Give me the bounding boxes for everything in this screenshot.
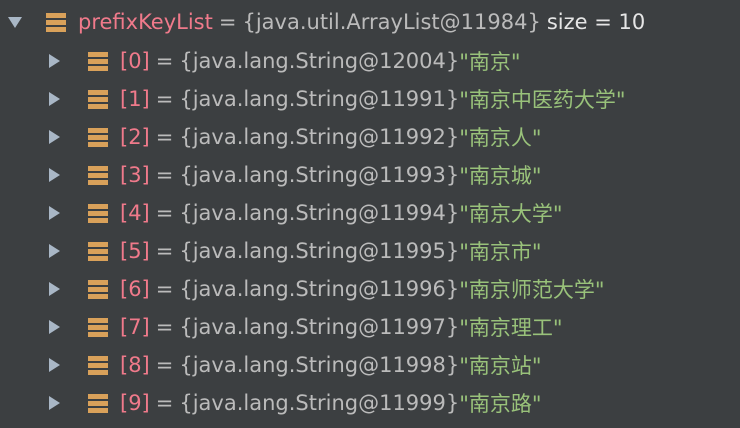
equals-sign: =: [155, 163, 174, 187]
item-index: [9]: [120, 391, 150, 415]
field-icon: [88, 89, 108, 109]
item-string: "南京人": [459, 126, 542, 150]
field-icon: [88, 127, 108, 147]
item-index: [6]: [120, 277, 150, 301]
item-string: "南京理工": [459, 316, 563, 340]
item-ref: {java.lang.String@11997}: [179, 315, 460, 339]
tree-row-item[interactable]: [2] = {java.lang.String@11992} "南京人": [0, 118, 542, 156]
tree-row-item[interactable]: [9] = {java.lang.String@11999} "南京路": [0, 384, 542, 422]
equals-sign: =: [155, 125, 174, 149]
collapsed-arrow-icon[interactable]: [49, 168, 60, 182]
collection-size: size = 10: [546, 10, 646, 34]
collapsed-arrow-icon[interactable]: [49, 244, 60, 258]
item-ref: {java.lang.String@11994}: [179, 201, 460, 225]
item-string: "南京师范大学": [459, 278, 605, 302]
item-string: "南京市": [459, 240, 542, 264]
field-icon: [88, 165, 108, 185]
item-ref: {java.lang.String@11992}: [179, 125, 460, 149]
variable-value: {java.util.ArrayList@11984}: [242, 10, 541, 34]
tree-row-item[interactable]: [7] = {java.lang.String@11997} "南京理工": [0, 308, 563, 346]
equals-sign: =: [155, 391, 174, 415]
field-icon: [88, 203, 108, 223]
equals-sign: =: [155, 277, 174, 301]
item-index: [8]: [120, 353, 150, 377]
item-index: [7]: [120, 315, 150, 339]
equals-sign: =: [155, 353, 174, 377]
variable-name: prefixKeyList: [78, 10, 213, 34]
tree-row-item[interactable]: [8] = {java.lang.String@11998} "南京站": [0, 346, 542, 384]
item-ref: {java.lang.String@11993}: [179, 163, 460, 187]
collapsed-arrow-icon[interactable]: [49, 130, 60, 144]
item-string: "南京": [459, 50, 521, 74]
equals-sign: =: [218, 10, 237, 34]
equals-sign: =: [155, 49, 174, 73]
equals-sign: =: [155, 87, 174, 111]
equals-sign: =: [155, 315, 174, 339]
expanded-arrow-icon[interactable]: [8, 16, 22, 28]
item-ref: {java.lang.String@12004}: [179, 49, 460, 73]
item-index: [0]: [120, 49, 150, 73]
item-index: [1]: [120, 87, 150, 111]
field-icon: [88, 393, 108, 413]
item-string: "南京城": [459, 164, 542, 188]
item-ref: {java.lang.String@11991}: [179, 87, 460, 111]
collapsed-arrow-icon[interactable]: [49, 92, 60, 106]
collapsed-arrow-icon[interactable]: [49, 320, 60, 334]
item-index: [5]: [120, 239, 150, 263]
tree-row-item[interactable]: [5] = {java.lang.String@11995} "南京市": [0, 232, 542, 270]
field-icon: [88, 317, 108, 337]
item-index: [3]: [120, 163, 150, 187]
item-string: "南京大学": [459, 202, 563, 226]
tree-row-item[interactable]: [3] = {java.lang.String@11993} "南京城": [0, 156, 542, 194]
collapsed-arrow-icon[interactable]: [49, 206, 60, 220]
item-string: "南京路": [459, 392, 542, 416]
equals-sign: =: [155, 239, 174, 263]
item-string: "南京中医药大学": [459, 88, 626, 112]
collapsed-arrow-icon[interactable]: [49, 54, 60, 68]
field-icon: [88, 279, 108, 299]
debugger-variables-tree: prefixKeyList = {java.util.ArrayList@119…: [0, 0, 740, 428]
item-ref: {java.lang.String@11995}: [179, 239, 460, 263]
field-icon: [88, 241, 108, 261]
collapsed-arrow-icon[interactable]: [49, 282, 60, 296]
item-ref: {java.lang.String@11996}: [179, 277, 460, 301]
field-icon: [88, 355, 108, 375]
tree-row-item[interactable]: [4] = {java.lang.String@11994} "南京大学": [0, 194, 563, 232]
equals-sign: =: [155, 201, 174, 225]
tree-row-item[interactable]: [1] = {java.lang.String@11991} "南京中医药大学": [0, 80, 626, 118]
item-index: [2]: [120, 125, 150, 149]
tree-row-item[interactable]: [6] = {java.lang.String@11996} "南京师范大学": [0, 270, 605, 308]
item-index: [4]: [120, 201, 150, 225]
item-string: "南京站": [459, 354, 542, 378]
field-icon: [46, 12, 66, 32]
field-icon: [88, 51, 108, 71]
tree-row-item[interactable]: [0] = {java.lang.String@12004} "南京": [0, 42, 521, 80]
item-ref: {java.lang.String@11998}: [179, 353, 460, 377]
collapsed-arrow-icon[interactable]: [49, 396, 60, 410]
tree-row-prefixKeyList[interactable]: prefixKeyList = {java.util.ArrayList@119…: [0, 3, 645, 41]
item-ref: {java.lang.String@11999}: [179, 391, 460, 415]
collapsed-arrow-icon[interactable]: [49, 358, 60, 372]
